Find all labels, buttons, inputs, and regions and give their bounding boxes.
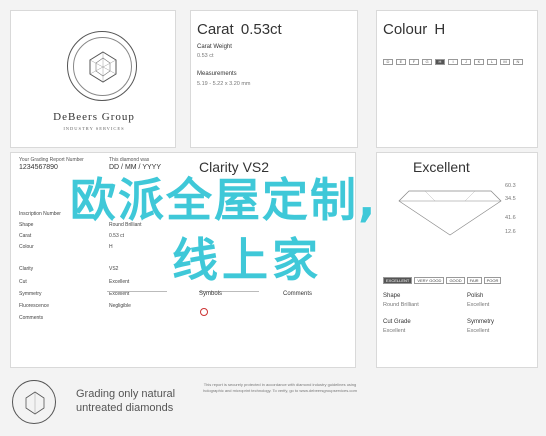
feather-symbol-icon <box>200 308 208 316</box>
report-row-key: Cut <box>19 279 27 285</box>
cut-panel: Excellent 60.3 34.5 41.6 12.6 EXCELLENT … <box>376 152 538 368</box>
comments-label: Comments <box>283 291 313 297</box>
shape-label: Shape <box>383 293 401 299</box>
symmetry-value: Excellent <box>467 328 490 334</box>
carat-heading: Carat 0.53ct <box>197 21 282 38</box>
carat-weight-label: Carat Weight <box>197 44 232 50</box>
colour-scale-item: D <box>383 59 393 65</box>
shape-value: Round Brilliant <box>383 302 419 308</box>
brand-name: DeBeers Group <box>53 111 135 123</box>
colour-scale-item: G <box>422 59 432 65</box>
diamond-profile-icon <box>398 190 502 236</box>
colour-scale-item: N <box>513 59 523 65</box>
footer-security-note: This report is securely protected in acc… <box>203 382 357 393</box>
colour-scale-item: F <box>409 59 419 65</box>
cut-grade-item: FAIR <box>466 277 482 284</box>
symmetry-label: Symmetry <box>467 319 494 325</box>
report-row-key: Comments <box>19 315 44 321</box>
measurements-label: Measurements <box>197 71 237 77</box>
colour-panel: Colour H D E F G H I J K L M N <box>376 10 538 148</box>
measurements-value: 5.19 - 5.22 x 3.20 mm <box>197 81 251 87</box>
colour-scale-item: K <box>474 59 484 65</box>
carat-title: Carat <box>197 21 234 38</box>
colour-scale-item: L <box>487 59 497 65</box>
report-row-key: Clarity <box>19 266 34 272</box>
cut-grade-item: VERY GOOD <box>414 277 445 284</box>
report-row-key: Shape <box>19 222 34 228</box>
colour-value: H <box>434 21 446 38</box>
colour-scale-item: J <box>461 59 471 65</box>
proportion-value: 41.6 <box>505 215 516 221</box>
report-row-key: Colour <box>19 244 34 250</box>
overlay-subheadline: 线上家 <box>172 233 322 287</box>
report-row-key: Inscription Number <box>19 211 61 217</box>
report-row-value: VS2 <box>109 266 119 272</box>
logo-panel: DeBeers Group INDUSTRY SERVICES <box>10 10 176 148</box>
symbols-label: Symbols <box>199 291 223 297</box>
polish-value: Excellent <box>467 302 490 308</box>
report-row-key: Fluorescence <box>19 303 50 309</box>
cut-grade-item: POOR <box>483 277 502 284</box>
carat-panel: Carat 0.53ct Carat Weight 0.53 ct Measur… <box>190 10 358 148</box>
cut-grade-scale: EXCELLENT VERY GOOD GOOD FAIR POOR <box>383 277 502 284</box>
proportion-value: 34.5 <box>505 196 516 202</box>
footer-title-line1: Grading only natural <box>76 388 176 400</box>
cut-value: Excellent <box>413 159 470 175</box>
colour-scale-item: E <box>396 59 406 65</box>
cut-grade-item-selected: EXCELLENT <box>383 277 413 284</box>
polish-label: Polish <box>467 293 484 299</box>
cut-heading: Excellent <box>413 159 470 175</box>
report-row-value: 0.53 ct <box>109 233 125 239</box>
colour-scale-item: M <box>500 59 510 65</box>
institute-seal-icon <box>67 31 137 101</box>
cut-grade-label: Cut Grade <box>383 319 411 325</box>
carat-value: 0.53ct <box>240 21 282 38</box>
footer-strip: Grading only natural untreated diamonds … <box>10 374 538 428</box>
divider <box>107 291 167 292</box>
colour-heading: Colour H <box>383 21 445 38</box>
proportion-value: 60.3 <box>505 183 516 189</box>
footer-title-line2: untreated diamonds <box>76 402 174 414</box>
report-row-value: H <box>109 244 113 250</box>
proportion-value: 12.6 <box>505 229 516 235</box>
cut-grade-value: Excellent <box>383 328 406 334</box>
report-number-label: Your Grading Report Number <box>19 157 84 163</box>
report-row-value: Excellent <box>109 279 130 285</box>
colour-scale-item: I <box>448 59 458 65</box>
report-row-key: Carat <box>19 233 32 239</box>
footer-seal-icon <box>12 380 56 424</box>
colour-title: Colour <box>383 21 428 38</box>
cut-grade-item: GOOD <box>446 277 465 284</box>
report-row-key: Symmetry <box>19 291 42 297</box>
report-row-value: Negligible <box>109 303 131 309</box>
overlay-headline: 欧派全屋定制, <box>70 173 378 227</box>
colour-scale: D E F G H I J K L M N <box>383 59 523 65</box>
brand-subtitle: INDUSTRY SERVICES <box>63 126 125 131</box>
carat-weight-value: 0.53 ct <box>197 53 214 59</box>
report-number-value: 1234567890 <box>19 164 58 171</box>
colour-scale-item-selected: H <box>435 59 445 65</box>
report-date-label: This diamond was <box>109 157 150 163</box>
